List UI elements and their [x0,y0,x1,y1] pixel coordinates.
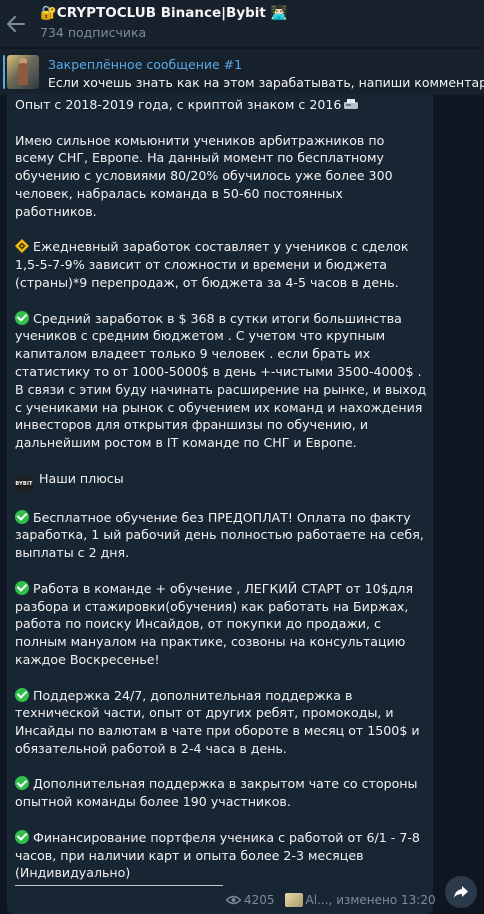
check-icon [15,310,29,325]
chat-header: 🔐CRYPTOCLUB Binance|Bybit 👨🏻‍💻 734 подпи… [0,0,484,47]
check-icon [15,776,29,791]
paragraph-daily-earnings: Ежедневный заработок составляет у ученик… [15,239,409,290]
check-icon [15,580,29,595]
paragraph-expansion: В связи с этим буду начинать расширение … [15,381,427,451]
bybit-logo-icon: BYBIT [15,476,33,491]
edited-time: изменено 13:20 [336,893,436,907]
diamond-icon [15,239,29,254]
paragraph-community: Имею сильное комьюнити учеников арбитраж… [15,132,393,219]
view-count: 4205 [244,893,275,907]
message-divider [15,885,223,886]
benefit-free-training: Бесплатное обучение без ПРЕДОПЛАТ! Оплат… [15,509,424,561]
share-icon [454,886,468,898]
benefit-support: Поддержка 24/7, дополнительная поддержка… [15,687,420,756]
check-icon [15,509,29,524]
pinned-title: Закреплённое сообщение #1 [48,57,243,72]
author-name: Al..., [305,893,333,907]
subscriber-count: 734 подписчика [40,25,147,40]
benefit-closed-chat: Дополнительная поддержка в закрытом чате… [15,776,418,810]
pinned-thumbnail [7,55,39,89]
pinned-indicator [3,55,5,89]
eye-icon [226,895,241,905]
message-text: Опыт с 2018-2019 года, с криптой знаком … [15,96,427,900]
pinned-text: Если хочешь знать как на этом зарабатыва… [48,75,484,90]
message-meta: 4205 Al..., изменено 13:20 [226,893,436,907]
fax-machine-icon [344,99,359,109]
benefit-financing: Финансирование портфеля ученика с работо… [15,829,420,881]
paragraph-experience: Опыт с 2018-2019 года, с криптой знаком … [15,97,342,112]
pinned-message-bar[interactable]: Закреплённое сообщение #1 Если хочешь зн… [0,48,484,95]
benefit-teamwork: Работа в команде + обучение , ЛЕГКИЙ СТА… [15,580,414,667]
back-arrow-icon[interactable] [4,12,28,36]
paragraph-average-earnings: Средний заработок в $ 368 в сутки итоги … [15,310,422,379]
channel-title[interactable]: 🔐CRYPTOCLUB Binance|Bybit 👨🏻‍💻 [40,5,287,21]
author-avatar [284,893,303,907]
share-button[interactable] [445,876,477,908]
plus-heading: Наши плюсы [39,470,124,486]
check-icon [15,687,29,702]
check-icon [15,829,29,844]
